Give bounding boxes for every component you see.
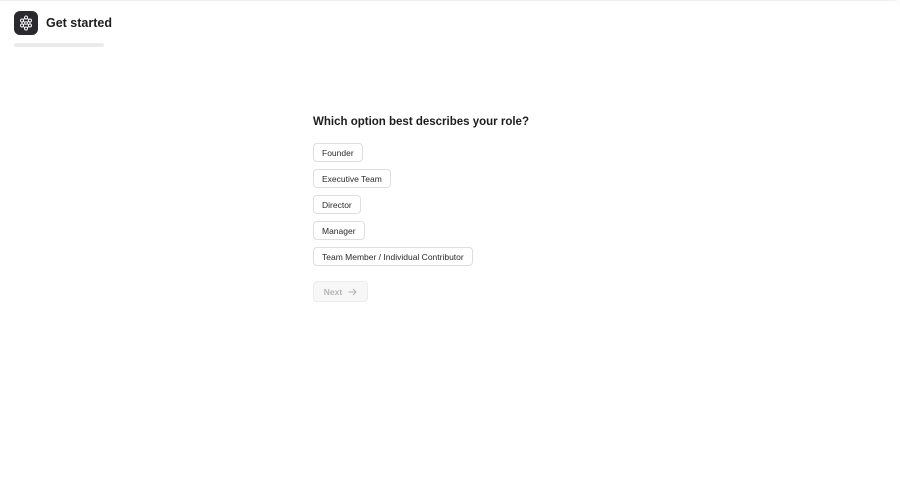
network-nodes-icon bbox=[20, 15, 32, 31]
option-executive-team[interactable]: Executive Team bbox=[313, 169, 391, 188]
question-panel: Which option best describes your role? F… bbox=[313, 116, 529, 302]
option-manager[interactable]: Manager bbox=[313, 221, 365, 240]
header: Get started bbox=[14, 11, 112, 35]
progress-bar bbox=[14, 43, 104, 47]
next-button-label: Next bbox=[323, 286, 343, 297]
question-text: Which option best describes your role? bbox=[313, 116, 529, 128]
option-director[interactable]: Director bbox=[313, 195, 361, 214]
app-logo bbox=[14, 11, 38, 35]
next-button[interactable]: Next bbox=[313, 281, 368, 302]
arrow-right-icon bbox=[348, 288, 357, 296]
onboarding-window: Get started Which option best describes … bbox=[0, 0, 900, 484]
option-team-member[interactable]: Team Member / Individual Contributor bbox=[313, 247, 473, 266]
role-options: Founder Executive Team Director Manager … bbox=[313, 143, 529, 266]
option-founder[interactable]: Founder bbox=[313, 143, 363, 162]
page-title: Get started bbox=[46, 16, 112, 30]
